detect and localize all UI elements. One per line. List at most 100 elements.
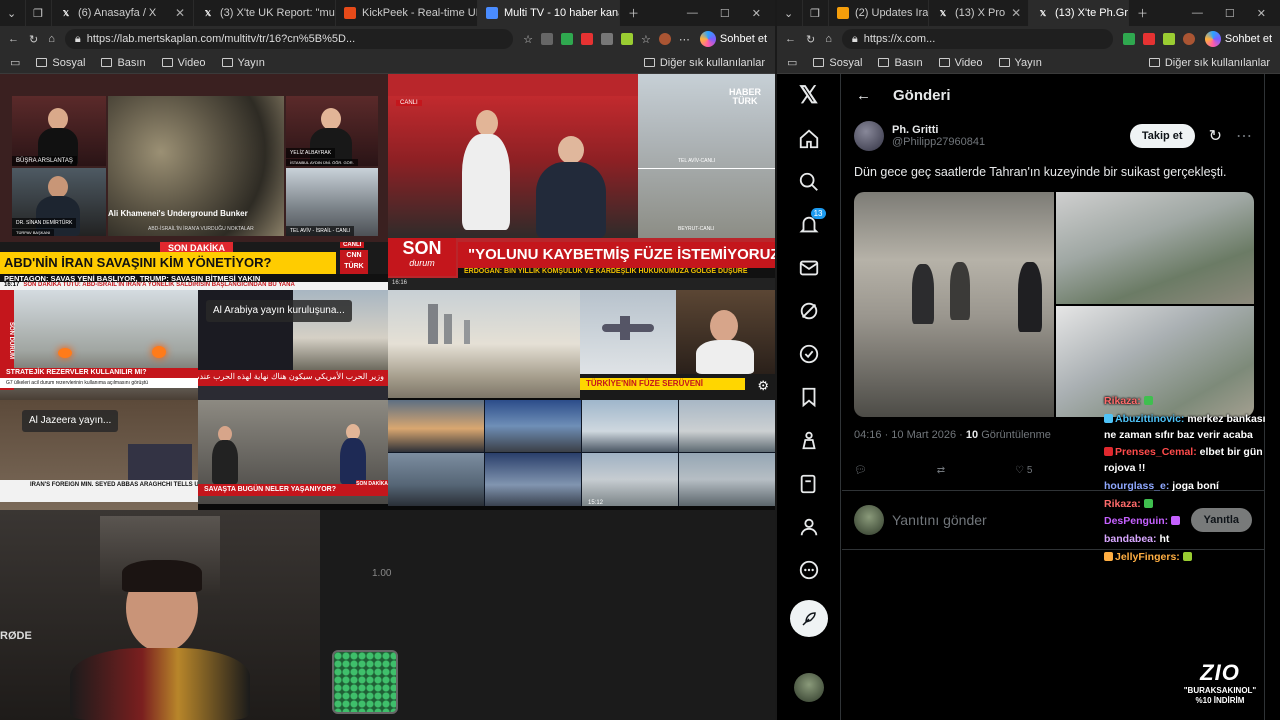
more-circle-icon[interactable] bbox=[796, 557, 822, 582]
back-arrow-icon[interactable]: ← bbox=[856, 87, 871, 104]
channel-aircraft[interactable] bbox=[580, 290, 676, 374]
bookmark-folder-video[interactable]: Video bbox=[161, 57, 206, 69]
new-tab-button[interactable]: ＋ bbox=[1129, 0, 1156, 26]
messages-icon[interactable] bbox=[796, 255, 822, 280]
media-photo-building[interactable] bbox=[1056, 191, 1254, 304]
copilot-button[interactable]: Sohbet et bbox=[1204, 31, 1272, 47]
live-cams-grid[interactable]: 15:12 bbox=[388, 400, 775, 506]
close-tab-icon[interactable]: ✕ bbox=[175, 6, 185, 20]
new-tab-button[interactable]: ＋ bbox=[620, 0, 647, 26]
tab-uk-report[interactable]: 𝕏(3) X'te UK Report: "musu... — A✕ bbox=[194, 0, 336, 26]
copilot-button[interactable]: Sohbet et bbox=[699, 31, 767, 47]
workspaces-button[interactable]: ❐ bbox=[26, 0, 52, 26]
notifications-icon[interactable]: 13 bbox=[796, 208, 826, 237]
extension-icon[interactable] bbox=[1142, 33, 1155, 45]
bookmark-folder-basin[interactable]: Basın bbox=[878, 57, 923, 69]
channel-al-arabiya[interactable]: Al Arabiya yayın kuruluşuna... وزير الحر… bbox=[198, 290, 388, 400]
home-icon[interactable] bbox=[796, 126, 822, 151]
repost-icon[interactable]: ⇄ bbox=[937, 465, 945, 476]
home-icon[interactable]: ⌂ bbox=[825, 33, 832, 45]
channel-al-jazeera[interactable]: Al Jazeera yayın... IRAN'S FOREIGN MIN. … bbox=[0, 400, 198, 510]
other-bookmarks[interactable]: Diğer sık kullanılanlar bbox=[643, 57, 765, 69]
bookmark-folder-basin[interactable]: Basın bbox=[101, 57, 146, 69]
channel-cnn-turk[interactable]: SON DAKİKA ABD'NİN İRAN SAVAŞINI KİM YÖN… bbox=[0, 242, 388, 290]
back-icon[interactable]: ← bbox=[785, 33, 796, 45]
account-avatar[interactable] bbox=[793, 673, 824, 703]
favorites-icon[interactable]: ☆ bbox=[641, 33, 651, 46]
star-icon[interactable]: ☆ bbox=[523, 33, 533, 46]
channel-haberturk[interactable]: CANLI HABER TÜRK TEL AVİV-CANLI BEYRUT-C… bbox=[388, 74, 775, 290]
channel-halk[interactable]: BÜŞRA ARSLANTAŞ Ali Khamenei's Undergrou… bbox=[0, 74, 388, 242]
bookmark-folder-sosyal[interactable]: Sosyal bbox=[813, 57, 862, 69]
follow-button[interactable]: Takip et bbox=[1129, 124, 1195, 148]
reply-icon[interactable]: 💬︎ bbox=[854, 465, 867, 476]
bookmark-folder-yayin[interactable]: Yayın bbox=[998, 57, 1042, 69]
tweet-timestamp[interactable]: 04:16 · 10 Mart 2026 · bbox=[854, 429, 966, 441]
url-field[interactable]: 🔒︎ https://lab.mertskaplan.com/multitv/tr… bbox=[64, 29, 514, 49]
extension-icon[interactable] bbox=[581, 33, 594, 45]
close-window-icon[interactable]: ✕ bbox=[1257, 7, 1266, 20]
maximize-icon[interactable]: ☐ bbox=[1225, 7, 1235, 20]
author-name[interactable]: Ph. Gritti bbox=[892, 124, 985, 136]
like-button[interactable]: ♡ 5 bbox=[1015, 465, 1032, 476]
search-icon[interactable] bbox=[796, 169, 822, 194]
profile-icon[interactable] bbox=[796, 514, 822, 539]
author-handle[interactable]: @Philipp27960841 bbox=[892, 136, 985, 148]
workspaces-button[interactable]: ❐ bbox=[803, 0, 829, 26]
aircraft-wing bbox=[620, 316, 630, 340]
extension-icon[interactable] bbox=[1162, 33, 1175, 45]
bookmark-folder-video[interactable]: Video bbox=[938, 57, 983, 69]
tab-actions-button[interactable]: ⌄ bbox=[0, 0, 26, 26]
profile-avatar[interactable] bbox=[1182, 33, 1195, 45]
extension-icon[interactable] bbox=[561, 33, 574, 45]
tab-anasayfa[interactable]: 𝕏 (6) Anasayfa / X ✕ bbox=[52, 0, 194, 26]
folder-icon bbox=[36, 58, 48, 67]
bookmark-folder-yayin[interactable]: Yayın bbox=[221, 57, 265, 69]
minimize-icon[interactable]: — bbox=[1192, 7, 1203, 20]
verified-icon[interactable] bbox=[796, 342, 822, 367]
tweet-media[interactable] bbox=[854, 191, 1254, 417]
drafts-icon[interactable] bbox=[796, 471, 822, 496]
grok-icon[interactable] bbox=[796, 299, 822, 324]
other-bookmarks[interactable]: Diğer sık kullanılanlar bbox=[1148, 57, 1270, 69]
bookmark-folder-sosyal[interactable]: Sosyal bbox=[36, 57, 85, 69]
grok-explain-icon[interactable]: ↻ bbox=[1209, 126, 1222, 146]
maximize-icon[interactable]: ☐ bbox=[720, 7, 730, 20]
author-avatar[interactable] bbox=[854, 121, 884, 151]
tab-x-pro[interactable]: 𝕏 (13) X Pro ✕ bbox=[929, 0, 1029, 26]
compose-post-button[interactable] bbox=[789, 600, 828, 638]
x-logo-icon[interactable]: 𝕏 bbox=[796, 82, 822, 109]
url-field[interactable]: 🔒︎ https://x.com... bbox=[841, 29, 1113, 49]
tab-kickpeek[interactable]: KickPeek - Real-time URL Cra✕ bbox=[336, 0, 478, 26]
minimize-icon[interactable]: — bbox=[687, 7, 698, 20]
tab-actions-button[interactable]: ⌄ bbox=[777, 0, 803, 26]
extension-icon[interactable] bbox=[1122, 33, 1135, 45]
reply-input[interactable]: Yanıtını gönder bbox=[892, 512, 987, 528]
close-window-icon[interactable]: ✕ bbox=[752, 7, 761, 20]
extension-icon[interactable] bbox=[541, 33, 554, 45]
close-tab-icon[interactable]: ✕ bbox=[1011, 6, 1021, 20]
arabic-headline: وزير الحرب الأمريكي سيكون هناك نهاية لهذ… bbox=[198, 370, 388, 386]
extension-icon[interactable] bbox=[621, 33, 634, 45]
media-photo-street[interactable] bbox=[854, 191, 1054, 417]
more-options-icon[interactable]: ⋯ bbox=[1236, 126, 1252, 146]
bookmarks-icon[interactable] bbox=[796, 385, 822, 410]
tab-updates-iran[interactable]: (2) Updates Iran w✕ bbox=[829, 0, 929, 26]
profile-avatar[interactable] bbox=[658, 33, 671, 45]
tab-x-gritti[interactable]: 𝕏(13) X'te Ph.Gritti:✕ bbox=[1029, 0, 1129, 26]
home-icon[interactable]: ⌂ bbox=[48, 33, 55, 45]
settings-gear-icon[interactable]: ⚙ bbox=[757, 378, 769, 394]
refresh-icon[interactable]: ↻ bbox=[806, 33, 815, 46]
bookmark-toggle-icon[interactable]: ▭ bbox=[10, 56, 20, 69]
jobs-icon[interactable] bbox=[796, 428, 822, 453]
channel-skyline[interactable] bbox=[388, 290, 580, 398]
tab-multitv[interactable]: Multi TV - 10 haber kanalını a✕ bbox=[478, 0, 620, 26]
refresh-icon[interactable]: ↻ bbox=[29, 33, 38, 46]
bookmark-toggle-icon[interactable]: ▭ bbox=[787, 56, 797, 69]
channel-interview[interactable] bbox=[676, 290, 775, 374]
channel-studio2[interactable]: SAVAŞTA BUGÜN NELER YAŞANIYOR? SON DAKİK… bbox=[198, 400, 388, 504]
more-icon[interactable]: ⋯ bbox=[679, 33, 690, 46]
back-icon[interactable]: ← bbox=[8, 33, 19, 45]
extension-icon[interactable] bbox=[601, 33, 614, 45]
channel-refinery[interactable]: SON DURUM STRATEJİK REZERVLER KULLANILIR… bbox=[0, 290, 198, 400]
